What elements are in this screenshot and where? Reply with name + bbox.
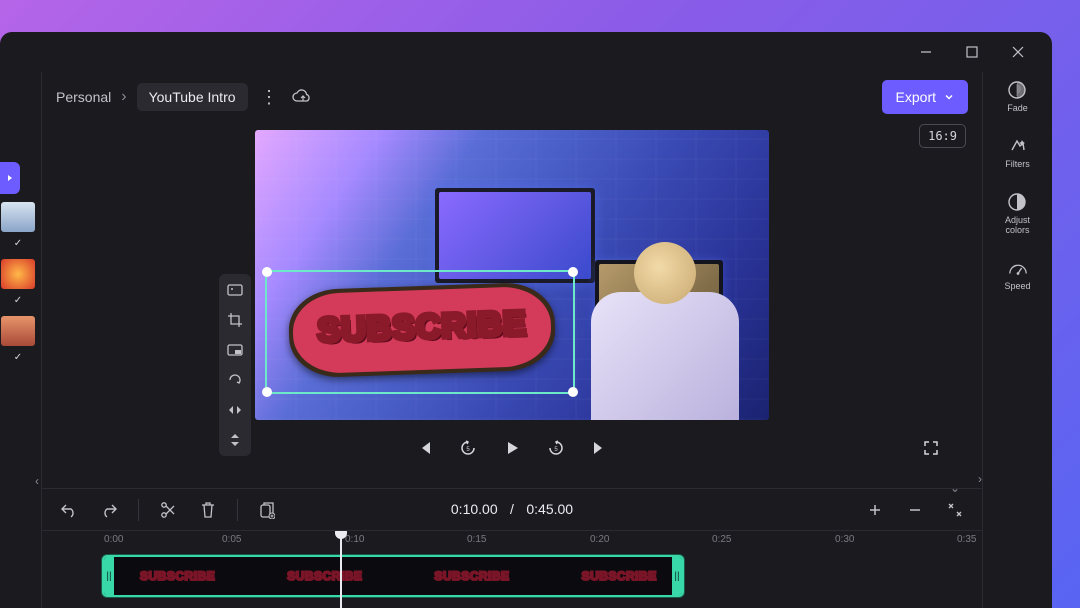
svg-text:5: 5: [466, 447, 470, 453]
ruler-tick: 0:15: [467, 534, 486, 545]
speed-label: Speed: [1004, 282, 1030, 292]
flip-horizontal-icon[interactable]: [225, 400, 245, 420]
filters-button[interactable]: Filters: [1005, 136, 1030, 170]
skip-end-icon[interactable]: [589, 437, 611, 459]
close-button[interactable]: [1004, 38, 1032, 66]
clip-preview-text: SUBSCRIBE: [434, 569, 509, 583]
timeline[interactable]: 0:00 0:05 0:10 0:15 0:20 0:25 0:30 0:35 …: [42, 530, 982, 608]
undo-icon[interactable]: [56, 497, 82, 523]
filters-label: Filters: [1005, 160, 1030, 170]
split-icon[interactable]: [155, 497, 181, 523]
check-icon: ✓: [14, 295, 22, 306]
time-current: 0:10.00: [451, 501, 498, 517]
playhead-time: 0:10.00 / 0:45.00: [451, 501, 573, 518]
adjust-colors-button[interactable]: Adjust colors: [1005, 192, 1030, 236]
chevron-right-icon[interactable]: ›: [978, 472, 982, 486]
clip-preview-text: SUBSCRIBE: [140, 569, 215, 583]
export-label: Export: [896, 89, 936, 105]
aspect-ratio-selector[interactable]: 16:9: [919, 124, 966, 148]
clip-content: SUBSCRIBE SUBSCRIBE SUBSCRIBE SUBSCRIBE: [114, 569, 672, 583]
pip-icon[interactable]: [225, 340, 245, 360]
timeline-track[interactable]: || SUBSCRIBE SUBSCRIBE SUBSCRIBE SUBSCRI…: [42, 551, 982, 601]
time-total: 0:45.00: [526, 501, 573, 517]
ruler-tick: 0:30: [835, 534, 854, 545]
maximize-button[interactable]: [958, 38, 986, 66]
zoom-out-icon[interactable]: [902, 497, 928, 523]
selection-box[interactable]: SUBSCRIBE: [265, 270, 575, 394]
rewind-icon[interactable]: 5: [457, 437, 479, 459]
zoom-fit-icon[interactable]: [942, 497, 968, 523]
subscribe-sticker[interactable]: SUBSCRIBE: [287, 282, 557, 382]
fade-label: Fade: [1007, 104, 1028, 114]
ruler-tick: 0:35: [957, 534, 976, 545]
speed-icon: [1008, 258, 1028, 278]
main-row: ✓ ✓ ✓ ‹ Personal › YouTube Intro ⋮ Expor…: [0, 72, 1052, 608]
ruler-tick: 0:00: [104, 534, 123, 545]
media-thumb[interactable]: [1, 259, 35, 289]
zoom-controls: [862, 497, 968, 523]
ruler-tick: 0:25: [712, 534, 731, 545]
scene-person: [579, 230, 739, 420]
clip-handle-left[interactable]: ||: [104, 557, 114, 595]
adjust-colors-icon: [1007, 192, 1027, 212]
rotate-icon[interactable]: [225, 370, 245, 390]
clip-preview-text: SUBSCRIBE: [582, 569, 657, 583]
export-button[interactable]: Export: [882, 80, 968, 114]
app-window: ✓ ✓ ✓ ‹ Personal › YouTube Intro ⋮ Expor…: [0, 32, 1052, 608]
sticker-text: SUBSCRIBE: [286, 277, 559, 376]
sidebar-active-tab[interactable]: [0, 162, 20, 194]
redo-icon[interactable]: [96, 497, 122, 523]
playback-controls: 5 5: [42, 426, 982, 470]
breadcrumb-root[interactable]: Personal: [56, 89, 111, 105]
media-sidebar-collapsed: ✓ ✓ ✓ ‹: [0, 72, 42, 608]
kebab-menu-icon[interactable]: ⋮: [258, 85, 282, 109]
resize-handle[interactable]: [262, 387, 272, 397]
forward-icon[interactable]: 5: [545, 437, 567, 459]
chevron-left-icon[interactable]: ‹: [35, 474, 39, 488]
fade-button[interactable]: Fade: [1007, 80, 1028, 114]
timeline-toolbar: ⌄ 0:10.00 / 0:45.00: [42, 488, 982, 530]
timeline-clip[interactable]: || SUBSCRIBE SUBSCRIBE SUBSCRIBE SUBSCRI…: [102, 555, 684, 597]
duplicate-icon[interactable]: [254, 497, 280, 523]
skip-start-icon[interactable]: [413, 437, 435, 459]
check-icon: ✓: [14, 238, 22, 249]
timeline-ruler[interactable]: 0:00 0:05 0:10 0:15 0:20 0:25 0:30 0:35: [42, 531, 982, 551]
cloud-sync-icon[interactable]: [292, 89, 312, 105]
clip-preview-text: SUBSCRIBE: [287, 569, 362, 583]
ruler-tick: 0:10: [345, 534, 364, 545]
zoom-in-icon[interactable]: [862, 497, 888, 523]
media-thumbs: ✓ ✓ ✓: [0, 202, 36, 367]
adjust-label: Adjust colors: [1005, 216, 1030, 236]
resize-handle[interactable]: [568, 387, 578, 397]
chevron-down-icon[interactable]: ⌄: [950, 481, 960, 495]
media-thumb[interactable]: [1, 202, 35, 232]
window-controls: [0, 32, 1052, 72]
crop-icon[interactable]: [225, 310, 245, 330]
breadcrumb-current[interactable]: YouTube Intro: [137, 83, 248, 111]
svg-text:5: 5: [554, 447, 558, 453]
media-thumb[interactable]: [1, 316, 35, 346]
play-icon[interactable]: [501, 437, 523, 459]
speed-button[interactable]: Speed: [1004, 258, 1030, 292]
properties-panel: Fade Filters Adjust colors Speed: [982, 72, 1052, 608]
preview-region: 16:9: [42, 122, 982, 488]
header-bar: Personal › YouTube Intro ⋮ Export: [42, 72, 982, 122]
ruler-tick: 0:20: [590, 534, 609, 545]
chevron-right-icon: ›: [121, 88, 126, 106]
resize-handle[interactable]: [568, 267, 578, 277]
playhead[interactable]: [340, 531, 342, 608]
filters-icon: [1008, 136, 1028, 156]
ruler-tick: 0:05: [222, 534, 241, 545]
editor-area: Personal › YouTube Intro ⋮ Export 16:9: [42, 72, 982, 608]
preview-canvas[interactable]: SUBSCRIBE: [255, 130, 769, 420]
fit-icon[interactable]: [225, 280, 245, 300]
check-icon: ✓: [14, 352, 22, 363]
fullscreen-icon[interactable]: [920, 437, 942, 459]
resize-handle[interactable]: [262, 267, 272, 277]
minimize-button[interactable]: [912, 38, 940, 66]
clip-handle-right[interactable]: ||: [672, 557, 682, 595]
fade-icon: [1007, 80, 1027, 100]
delete-icon[interactable]: [195, 497, 221, 523]
